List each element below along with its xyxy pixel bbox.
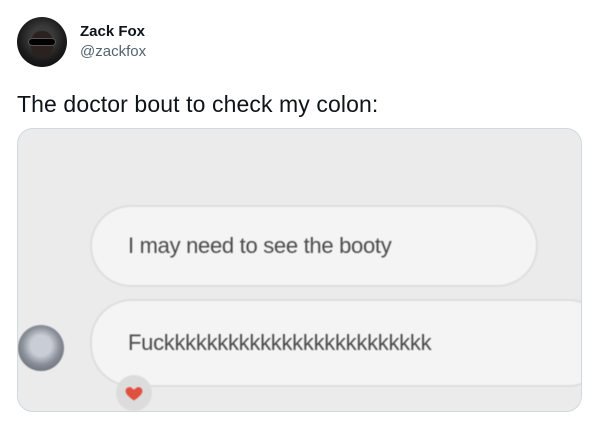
message-text: I may need to see the booty <box>128 233 392 258</box>
tweet-header: Zack Fox @zackfox <box>17 14 146 70</box>
tweet-text: The doctor bout to check my colon: <box>17 91 379 117</box>
author-avatar[interactable] <box>17 17 67 67</box>
message-bubble: I may need to see the booty <box>90 205 538 287</box>
message-text: Fuckkkkkkkkkkkkkkkkkkkkkkkkk <box>128 330 432 355</box>
heart-reaction <box>116 375 152 411</box>
author-names: Zack Fox @zackfox <box>80 22 146 62</box>
author-handle[interactable]: @zackfox <box>80 42 146 62</box>
author-display-name[interactable]: Zack Fox <box>80 22 146 42</box>
tweet-media-image[interactable]: I may need to see the booty Fuckkkkkkkkk… <box>17 128 582 412</box>
sender-avatar <box>18 325 64 371</box>
heart-icon <box>125 387 143 401</box>
avatar-glasses <box>29 39 55 45</box>
message-bubble: Fuckkkkkkkkkkkkkkkkkkkkkkkkk <box>90 299 581 387</box>
